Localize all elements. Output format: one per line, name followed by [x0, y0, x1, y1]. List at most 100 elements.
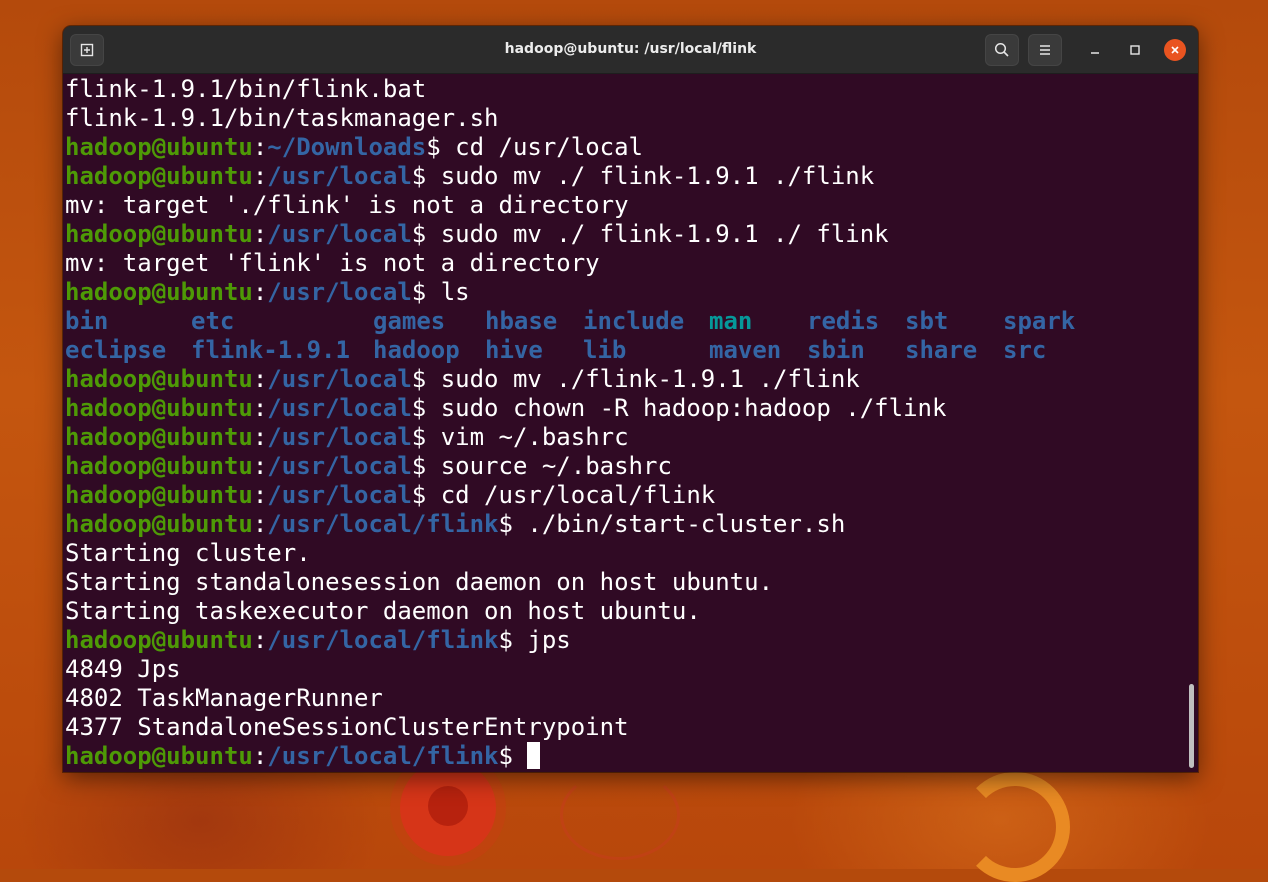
output-line: 4849 Jps [65, 655, 1175, 684]
prompt-colon: : [252, 452, 268, 480]
ls-entry: games [373, 307, 446, 335]
ls-entry: spark [1003, 307, 1076, 335]
command-text: ./bin/start-cluster.sh [512, 510, 846, 538]
output-text: mv: target 'flink' is not a directory [65, 249, 600, 277]
prompt-dollar: $ [498, 626, 513, 654]
close-icon [1171, 46, 1179, 54]
output-text: Starting cluster. [65, 539, 311, 567]
prompt-path: /usr/local [267, 365, 412, 393]
ls-entry: lib [583, 336, 627, 364]
command-text: cd /usr/local [440, 133, 643, 161]
ls-output-row: eclipse flink-1.9.1 hadoop hive lib maven sbin… [65, 336, 1175, 365]
prompt-line: hadoop@ubuntu:/usr/local/flink$ ./bin/st… [65, 510, 1175, 539]
output-line: Starting cluster. [65, 539, 1175, 568]
ls-entry: bin [65, 307, 109, 335]
command-text: sudo mv ./ flink-1.9.1 ./flink [426, 162, 875, 190]
output-text: 4802 TaskManagerRunner [65, 684, 383, 712]
prompt-user-host: hadoop@ubuntu [65, 423, 253, 451]
output-text: Starting taskexecutor daemon on host ubu… [65, 597, 701, 625]
ls-entry: sbin [807, 336, 865, 364]
prompt-dollar: $ [411, 452, 427, 480]
prompt-colon: : [252, 626, 268, 654]
terminal-output[interactable]: flink-1.9.1/bin/flink.bat flink-1.9.1/bin… [65, 73, 1175, 772]
output-line: flink-1.9.1/bin/taskmanager.sh [65, 104, 1175, 133]
command-text: ls [426, 278, 470, 306]
ls-entry: share [905, 336, 978, 364]
prompt-user-host: hadoop@ubuntu [65, 278, 253, 306]
ls-entry: redis [807, 307, 880, 335]
search-icon [994, 42, 1009, 57]
ls-entry: hbase [485, 307, 558, 335]
output-line: Starting standalonesession daemon on hos… [65, 568, 1175, 597]
prompt-line: hadoop@ubuntu:/usr/local$ sudo mv ./ fli… [65, 220, 1175, 249]
prompt-user-host: hadoop@ubuntu [65, 365, 253, 393]
prompt-dollar: $ [411, 162, 427, 190]
prompt-colon: : [252, 481, 268, 509]
command-text: sudo chown -R hadoop:hadoop ./flink [426, 394, 947, 422]
output-text: flink-1.9.1/bin/flink.bat [65, 75, 427, 103]
prompt-dollar: $ [498, 742, 513, 770]
prompt-path: /usr/local [267, 394, 412, 422]
output-line: mv: target './flink' is not a directory [65, 191, 1175, 220]
ls-entry: maven [709, 336, 782, 364]
output-line: Starting taskexecutor daemon on host ubu… [65, 597, 1175, 626]
output-text: mv: target './flink' is not a directory [65, 191, 629, 219]
ls-entry: etc [191, 307, 235, 335]
prompt-path: /usr/local [267, 481, 412, 509]
prompt-colon: : [252, 162, 268, 190]
ls-entry: eclipse [65, 336, 167, 364]
prompt-line: hadoop@ubuntu:/usr/local$ cd /usr/local/… [65, 481, 1175, 510]
prompt-user-host: hadoop@ubuntu [65, 394, 253, 422]
ls-output-row: bin etc games hbase include man redis sbt spark [65, 307, 1175, 336]
output-text: 4849 Jps [65, 655, 181, 683]
text-cursor [527, 742, 541, 769]
prompt-path: /usr/local [267, 162, 412, 190]
hamburger-menu-icon [1040, 45, 1050, 55]
prompt-dollar: $ [411, 394, 427, 422]
prompt-line: hadoop@ubuntu:/usr/local$ source ~/.bash… [65, 452, 1175, 481]
prompt-user-host: hadoop@ubuntu [65, 220, 253, 248]
prompt-path: /usr/local [267, 452, 412, 480]
output-text: Starting standalonesession daemon on hos… [65, 568, 774, 596]
maximize-button[interactable] [1124, 39, 1146, 61]
prompt-path: /usr/local/flink [267, 742, 499, 770]
wallpaper-swirl [960, 772, 1070, 882]
output-text: flink-1.9.1/bin/taskmanager.sh [65, 104, 499, 132]
prompt-dollar: $ [426, 133, 441, 161]
prompt-line: hadoop@ubuntu:~/Downloads$ cd /usr/local [65, 133, 1175, 162]
close-button[interactable] [1164, 39, 1186, 61]
prompt-dollar: $ [498, 510, 513, 538]
prompt-dollar: $ [411, 278, 427, 306]
title-bar[interactable]: hadoop@ubuntu: /usr/local/flink [63, 26, 1198, 74]
prompt-line: hadoop@ubuntu:/usr/local$ sudo chown -R … [65, 394, 1175, 423]
command-text: vim ~/.bashrc [426, 423, 629, 451]
output-line: 4377 StandaloneSessionClusterEntrypoint [65, 713, 1175, 742]
prompt-dollar: $ [411, 365, 427, 393]
prompt-line: hadoop@ubuntu:/usr/local$ ls [65, 278, 1175, 307]
ls-entry: hadoop [373, 336, 460, 364]
ls-entry: src [1003, 336, 1047, 364]
prompt-colon: : [252, 394, 268, 422]
prompt-line: hadoop@ubuntu:/usr/local$ vim ~/.bashrc [65, 423, 1175, 452]
prompt-user-host: hadoop@ubuntu [65, 481, 253, 509]
scrollbar[interactable] [1189, 684, 1194, 768]
ls-entry: include [583, 307, 685, 335]
prompt-dollar: $ [411, 220, 427, 248]
output-line: flink-1.9.1/bin/flink.bat [65, 75, 1175, 104]
prompt-user-host: hadoop@ubuntu [65, 626, 253, 654]
command-text: sudo mv ./flink-1.9.1 ./flink [426, 365, 860, 393]
new-tab-button[interactable] [70, 34, 104, 66]
prompt-path: /usr/local/flink [267, 510, 499, 538]
prompt-path: /usr/local [267, 423, 412, 451]
ls-entry: man [709, 307, 753, 335]
prompt-colon: : [252, 365, 268, 393]
prompt-dollar: $ [411, 423, 427, 451]
search-button[interactable] [985, 34, 1019, 66]
menu-button[interactable] [1028, 34, 1062, 66]
prompt-path: ~/Downloads [267, 133, 427, 161]
minimize-button[interactable] [1084, 39, 1106, 61]
ls-entry: hive [485, 336, 543, 364]
new-tab-icon [80, 43, 94, 57]
output-line: mv: target 'flink' is not a directory [65, 249, 1175, 278]
prompt-colon: : [252, 510, 268, 538]
